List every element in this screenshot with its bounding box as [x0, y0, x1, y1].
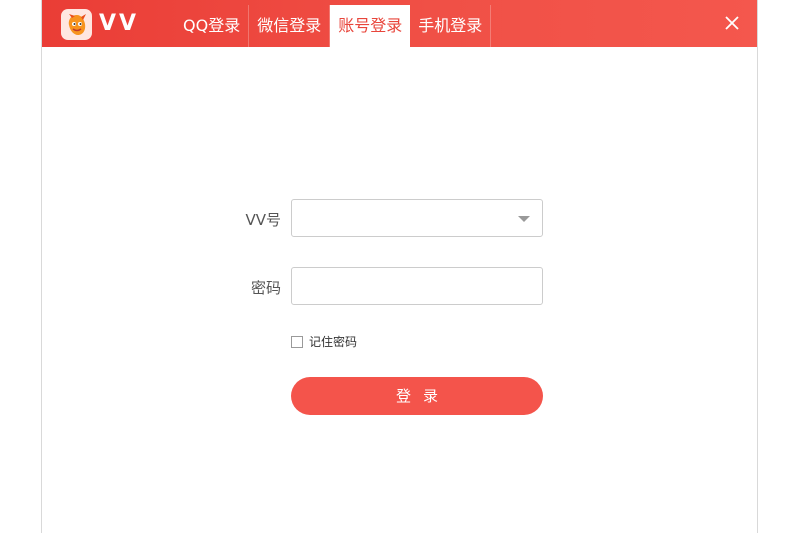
login-button[interactable]: 登录 — [291, 377, 543, 415]
login-window: VV QQ登录 微信登录 账号登录 手机登录 VV号 密码 记住密码 登录 — [41, 0, 758, 533]
password-input[interactable] — [300, 269, 504, 305]
app-name: VV — [99, 11, 140, 36]
remember-password-checkbox[interactable] — [291, 335, 303, 348]
tab-phone-login[interactable]: 手机登录 — [410, 5, 492, 47]
title-bar: VV QQ登录 微信登录 账号登录 手机登录 — [42, 0, 757, 47]
account-input[interactable] — [300, 201, 504, 237]
chevron-down-icon[interactable] — [518, 216, 530, 222]
account-label: VV号 — [245, 211, 281, 229]
remember-password-label: 记住密码 — [309, 335, 358, 349]
remember-password[interactable]: 记住密码 — [291, 333, 357, 350]
tab-qq-login[interactable]: QQ登录 — [175, 5, 250, 47]
password-field — [291, 267, 543, 305]
password-label: 密码 — [250, 279, 281, 297]
close-icon[interactable] — [721, 12, 743, 34]
cartoon-mascot-logo-icon — [61, 9, 92, 40]
account-field — [291, 199, 543, 237]
tab-account-login[interactable]: 账号登录 — [330, 5, 411, 47]
login-method-tabs: QQ登录 微信登录 账号登录 手机登录 — [175, 5, 492, 47]
tab-wechat-login[interactable]: 微信登录 — [249, 5, 331, 47]
